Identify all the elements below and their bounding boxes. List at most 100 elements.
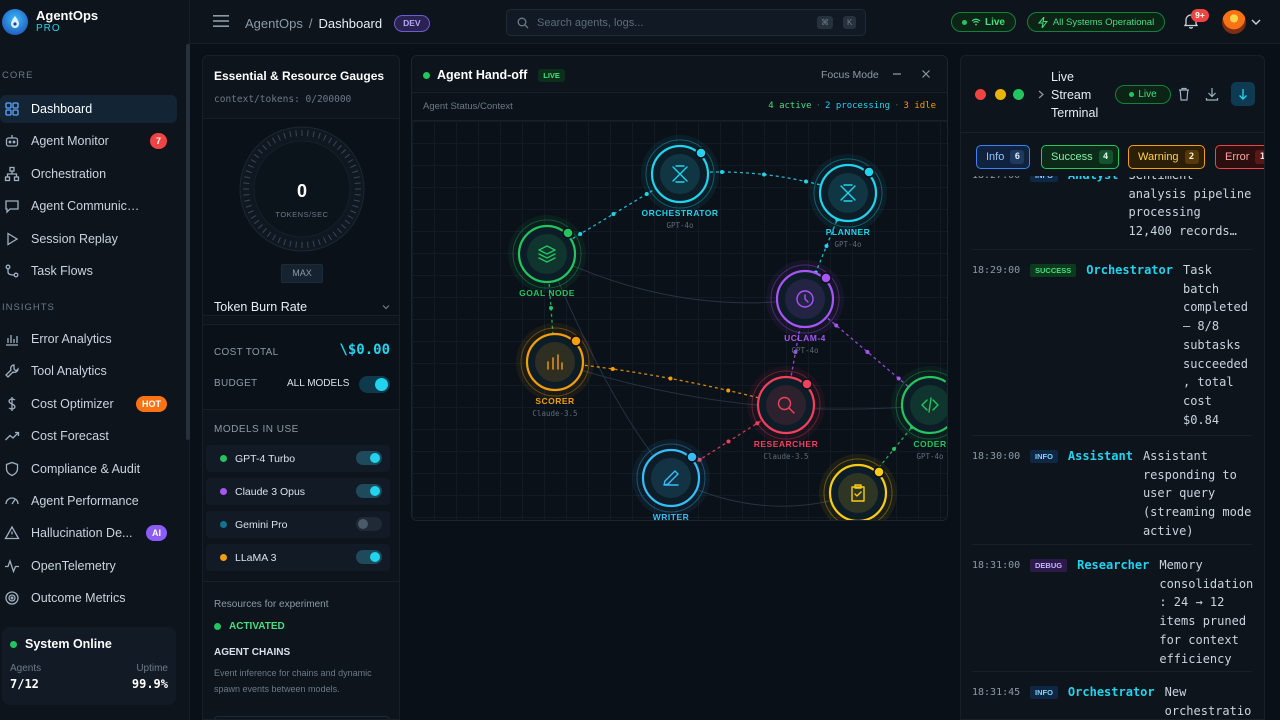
window-maximize-dot[interactable] — [1013, 89, 1024, 100]
chevron-down-icon[interactable] — [1251, 18, 1261, 26]
model-toggle-claude-3-opus[interactable] — [356, 484, 382, 498]
agent-node-scorer[interactable]: SCORER Claude-3.5 — [516, 323, 594, 418]
model-row-gpt-4-turbo: GPT-4 Turbo — [206, 445, 390, 472]
sidebar-item-session-replay[interactable]: Session Replay — [0, 225, 177, 253]
sidebar-item-task-flows[interactable]: Task Flows — [0, 257, 177, 285]
filter-chip-label: Error — [1225, 151, 1250, 163]
bar-chart-icon — [6, 334, 18, 346]
gauges-title: Essential & Resource Gauges — [214, 69, 385, 83]
window-minimize-dot[interactable] — [995, 89, 1006, 100]
log-stream[interactable]: 18:27:00INFOAnalystSentimentanalysis pip… — [961, 176, 1264, 719]
brand[interactable]: AgentOps PRO — [0, 0, 189, 44]
filter-chip-success[interactable]: Success 4 — [1041, 145, 1119, 169]
cost-total-value: \$0.00 — [339, 342, 390, 358]
processing-count: 2 processing — [825, 101, 891, 111]
agent-node-goal[interactable]: GOAL NODE — [508, 215, 586, 298]
message-packet — [726, 388, 731, 393]
system-status-pill[interactable]: All Systems Operational — [1027, 12, 1165, 32]
close-icon[interactable] — [921, 68, 931, 80]
sidebar-item-orchestration[interactable]: Orchestration — [0, 160, 177, 188]
sidebar-item-cost-forecast[interactable]: Cost Forecast — [0, 422, 177, 450]
model-toggle-llama-3[interactable] — [356, 550, 382, 564]
live-stream-terminal: Live Stream Terminal Live Info 6 Success 4 W… — [960, 55, 1265, 720]
window-close-dot[interactable] — [975, 89, 986, 100]
filter-chip-warning[interactable]: Warning 2 — [1128, 145, 1205, 169]
agent-chains-title: AGENT CHAINS — [214, 647, 291, 658]
agent-node-name: CODER — [913, 439, 946, 449]
model-row-claude-3-opus: Claude 3 Opus — [206, 478, 390, 505]
handoff-live-badge: LIVE — [538, 68, 565, 82]
trash-icon[interactable] — [1176, 86, 1192, 102]
log-timestamp: 18:31:45 — [972, 687, 1021, 698]
sidebar-item-tool-analytics[interactable]: Tool Analytics — [0, 357, 177, 385]
terminal-header: Live Stream Terminal Live — [961, 56, 1264, 133]
log-source: Orchestrator — [1086, 263, 1173, 277]
message-packet — [720, 170, 724, 174]
filter-chip-error[interactable]: Error 1 — [1215, 145, 1264, 169]
message-packet — [610, 367, 615, 371]
agent-node-name: ORCHESTRATOR — [642, 208, 719, 218]
model-toggle-gpt-4-turbo[interactable] — [356, 451, 382, 465]
filter-chip-info[interactable]: Info 6 — [976, 145, 1031, 169]
max-button[interactable]: MAX — [281, 264, 323, 283]
uptime-label: Uptime — [136, 663, 168, 674]
log-message-line: subtasks — [1182, 337, 1241, 352]
stat-separator: · — [894, 101, 900, 111]
model-toggle-gemini-pro[interactable] — [356, 517, 382, 531]
sidebar-item-agent-monitor[interactable]: Agent Monitor 7 — [0, 127, 177, 155]
log-timestamp: 18:30:00 — [972, 451, 1021, 462]
agent-node-uclam[interactable]: UCLAM-4 GPT-4o — [766, 260, 844, 355]
sidebar-item-agent-performance[interactable]: Agent Performance — [0, 487, 177, 515]
sidebar-item-hallucination-de[interactable]: Hallucination De... AI — [0, 519, 177, 547]
agent-node-orchestrator[interactable]: ORCHESTRATOR GPT-4o — [641, 135, 719, 230]
sidebar-item-dashboard[interactable]: Dashboard — [0, 95, 177, 123]
model-color-dot-icon — [220, 455, 227, 462]
sidebar-item-outcome-metrics[interactable]: Outcome Metrics — [0, 584, 177, 612]
models-in-use-label: MODELS IN USE — [214, 424, 299, 435]
search-box[interactable]: ⌘ K — [506, 9, 866, 36]
agent-node-researcher[interactable]: RESEARCHER Claude-3.5 — [747, 366, 825, 461]
minimize-icon[interactable] — [892, 68, 902, 80]
agent-node-writer[interactable]: WRITER — [632, 439, 710, 521]
agent-node-planner[interactable]: PLANNER GPT-4o — [809, 154, 887, 249]
log-entry: 18:29:00 SUCCESS Orchestrator Task batch comp… — [972, 263, 1248, 429]
focus-mode-button[interactable]: Focus Mode — [821, 69, 879, 81]
log-divider — [972, 544, 1252, 545]
scroll-to-bottom-button[interactable] — [1231, 82, 1255, 106]
wifi-icon — [971, 18, 981, 26]
message-packet — [726, 439, 731, 444]
sidebar-item-cost-optimizer[interactable]: Cost Optimizer HOT — [0, 390, 177, 418]
search-input[interactable] — [537, 16, 807, 29]
breadcrumb-root[interactable]: AgentOps — [245, 16, 303, 31]
agent-chains-description: Event inference for chains and dynamic s… — [214, 668, 372, 694]
live-dot-icon — [961, 19, 967, 25]
sidebar-item-error-analytics[interactable]: Error Analytics — [0, 325, 177, 353]
gauge-icon — [5, 497, 19, 505]
menu-icon[interactable] — [213, 14, 229, 28]
sidebar-item-compliance-audit[interactable]: Compliance & Audit — [0, 455, 177, 483]
sidebar-scrollbar[interactable] — [186, 44, 190, 440]
sidebar-item-badge: AI — [146, 525, 167, 542]
robot-icon — [5, 135, 19, 148]
log-message-line: items pruned — [1159, 614, 1247, 629]
log-divider — [972, 671, 1252, 672]
sidebar-item-opentelemetry[interactable]: OpenTelemetry — [0, 552, 177, 580]
download-icon[interactable] — [1204, 86, 1220, 102]
handoff-graph-canvas[interactable]: ORCHESTRATOR GPT-4o PLANNER GPT-4o GOAL NODE… — [412, 121, 948, 521]
sidebar-item-label: OpenTelemetry — [31, 558, 116, 573]
budget-toggle[interactable] — [359, 376, 390, 393]
sidebar-item-agent-communication[interactable]: Agent Communication — [0, 192, 177, 220]
log-message-line: responding to — [1142, 467, 1237, 482]
handoff-graph[interactable]: ORCHESTRATOR GPT-4o PLANNER GPT-4o GOAL NODE… — [412, 120, 948, 521]
filter-chip-label: Success — [1051, 151, 1093, 163]
live-indicator[interactable]: Live — [951, 12, 1016, 32]
terminal-title: Live Stream Terminal — [1051, 70, 1099, 120]
agent-node-validator[interactable] — [819, 454, 897, 521]
log-message-line: cost — [1182, 393, 1212, 408]
terminal-live-label: Live — [1138, 89, 1157, 100]
token-burn-rate-select[interactable]: Token Burn Rate — [214, 300, 390, 314]
user-avatar[interactable] — [1222, 10, 1246, 34]
budget-label: BUDGET — [214, 378, 258, 389]
terminal-live-dot-icon — [1129, 92, 1135, 97]
message-packet — [549, 306, 553, 310]
